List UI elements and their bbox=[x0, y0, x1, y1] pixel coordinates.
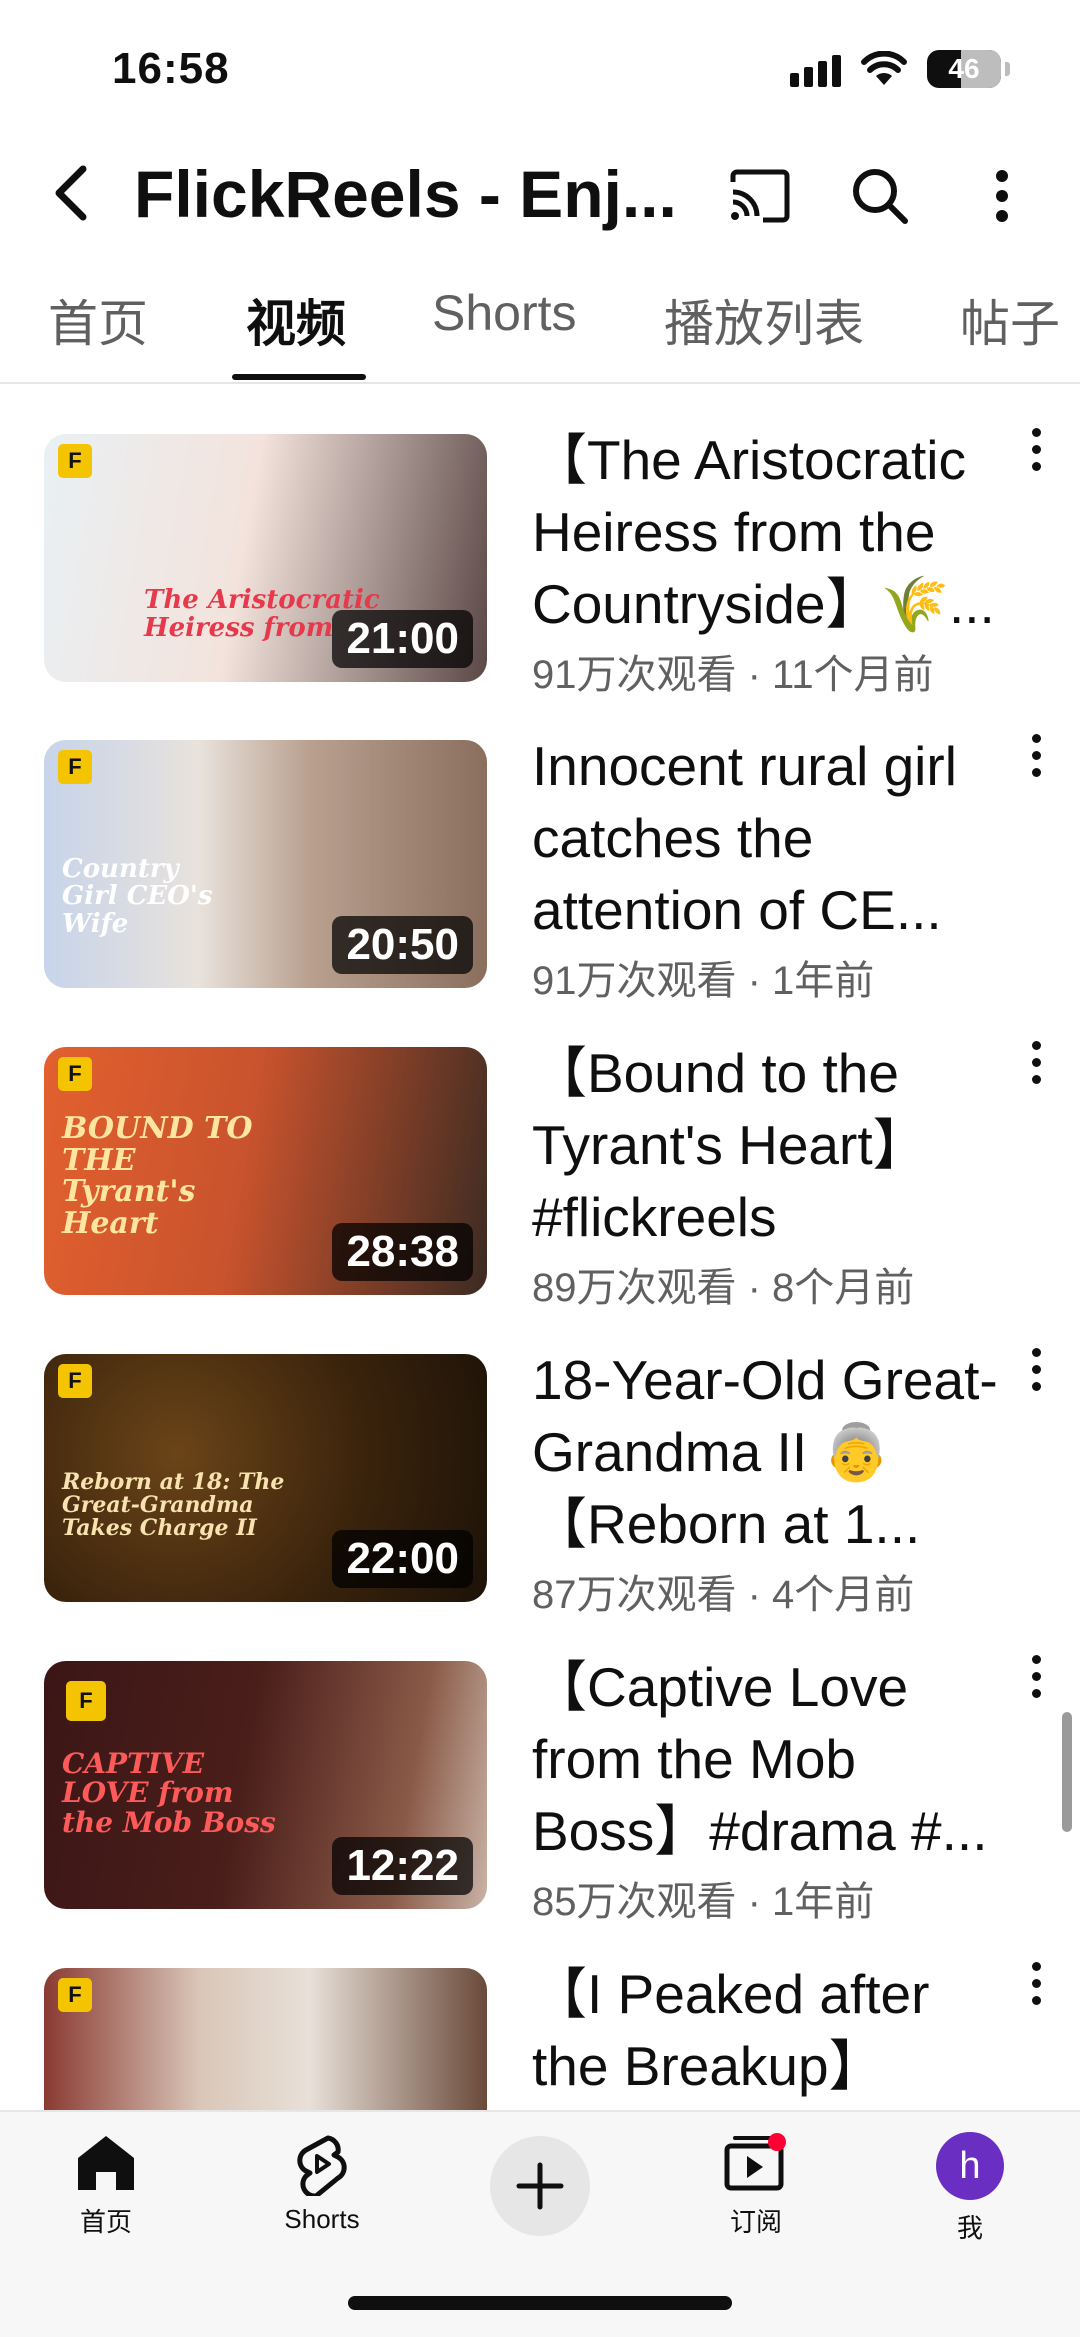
battery-tip bbox=[1005, 62, 1010, 76]
tab-home[interactable]: 首页 bbox=[48, 284, 148, 356]
status-time: 16:58 bbox=[112, 44, 230, 93]
tab-playlists[interactable]: 播放列表 bbox=[664, 284, 864, 356]
nav-shorts[interactable]: Shorts bbox=[242, 2132, 402, 2235]
wifi-icon bbox=[861, 51, 907, 85]
video-title[interactable]: 【Captive Love from the Mob Boss】#drama #… bbox=[532, 1651, 1002, 1867]
video-more-button[interactable] bbox=[1016, 1651, 1056, 1711]
flickreels-logo: F bbox=[58, 444, 92, 478]
search-button[interactable] bbox=[842, 158, 918, 234]
flickreels-logo: F bbox=[58, 750, 92, 784]
video-more-button[interactable] bbox=[1016, 424, 1056, 484]
shorts-icon bbox=[297, 2135, 347, 2196]
nav-shorts-label: Shorts bbox=[284, 2204, 360, 2234]
video-title[interactable]: Innocent rural girl catches the attentio… bbox=[532, 730, 1002, 946]
cellular-signal-icon bbox=[790, 51, 841, 87]
cast-icon bbox=[730, 169, 790, 223]
video-duration: 12:22 bbox=[332, 1837, 473, 1895]
video-list: F The Aristocratic Heiress from 21:00 【T… bbox=[0, 384, 1080, 2110]
flickreels-logo: F bbox=[58, 1978, 92, 2012]
cast-button[interactable] bbox=[722, 158, 798, 234]
nav-you-label: 我 bbox=[956, 2213, 983, 2243]
back-button[interactable] bbox=[36, 158, 106, 228]
video-thumbnail[interactable]: F bbox=[44, 1968, 487, 2110]
avatar: h bbox=[936, 2132, 1004, 2200]
battery-level: 46 bbox=[948, 53, 980, 84]
home-icon bbox=[78, 2136, 134, 2190]
scrollbar[interactable] bbox=[1062, 1712, 1072, 1832]
more-vertical-icon bbox=[996, 170, 1008, 222]
video-thumbnail[interactable]: F CAPTIVE LOVE from the Mob Boss 12:22 bbox=[44, 1661, 487, 1909]
thumbnail-title-art: BOUND TO THE Tyrant's Heart bbox=[62, 1111, 253, 1241]
video-item[interactable]: F Country Girl CEO's Wife 20:50 Innocent… bbox=[0, 690, 1080, 1003]
tab-shorts[interactable]: Shorts bbox=[432, 284, 577, 342]
subscriptions-icon bbox=[724, 2133, 786, 2191]
nav-you[interactable]: h 我 bbox=[890, 2132, 1050, 2245]
video-duration: 21:00 bbox=[332, 610, 473, 668]
channel-tabs: 首页 视频 Shorts 播放列表 帖子 bbox=[0, 268, 1080, 384]
plus-icon bbox=[516, 2162, 564, 2210]
flickreels-logo: F bbox=[66, 1681, 106, 1721]
back-arrow-icon bbox=[55, 165, 87, 221]
search-icon bbox=[853, 169, 908, 224]
video-more-button[interactable] bbox=[1016, 1037, 1056, 1097]
channel-title: FlickReels - Enj... bbox=[134, 157, 677, 231]
more-options-button[interactable] bbox=[964, 158, 1040, 234]
video-more-button[interactable] bbox=[1016, 1344, 1056, 1404]
video-item[interactable]: F The Aristocratic Heiress from 21:00 【T… bbox=[0, 384, 1080, 697]
video-thumbnail[interactable]: F Country Girl CEO's Wife 20:50 bbox=[44, 740, 487, 988]
video-title[interactable]: 【The Aristocratic Heiress from the Count… bbox=[532, 424, 1002, 640]
tab-videos[interactable]: 视频 bbox=[246, 284, 346, 356]
active-tab-indicator bbox=[232, 374, 366, 380]
tab-posts[interactable]: 帖子 bbox=[960, 284, 1060, 356]
video-title[interactable]: 18-Year-Old Great-Grandma II 👵【Reborn at… bbox=[532, 1344, 1002, 1560]
create-button[interactable] bbox=[490, 2136, 590, 2236]
video-item[interactable]: F CAPTIVE LOVE from the Mob Boss 12:22 【… bbox=[0, 1611, 1080, 1924]
video-thumbnail[interactable]: F BOUND TO THE Tyrant's Heart 28:38 bbox=[44, 1047, 487, 1295]
app-header: FlickReels - Enj... bbox=[0, 140, 1080, 250]
status-icons: 46 bbox=[790, 50, 1010, 88]
thumbnail-title-art: CAPTIVE LOVE from the Mob Boss bbox=[62, 1746, 276, 1839]
video-duration: 28:38 bbox=[332, 1223, 473, 1281]
video-thumbnail[interactable]: F Reborn at 18: The Great-Grandma Takes … bbox=[44, 1354, 487, 1602]
battery-icon: 46 bbox=[927, 50, 1001, 88]
video-more-button[interactable] bbox=[1016, 1958, 1056, 2018]
nav-subscriptions-label: 订阅 bbox=[729, 2207, 782, 2237]
video-item[interactable]: F 【I Peaked after the Breakup】 bbox=[0, 1918, 1080, 2110]
video-thumbnail[interactable]: F The Aristocratic Heiress from 21:00 bbox=[44, 434, 487, 682]
home-indicator bbox=[348, 2296, 732, 2310]
video-title[interactable]: 【Bound to the Tyrant's Heart】#flickreels bbox=[532, 1037, 1002, 1253]
flickreels-logo: F bbox=[58, 1057, 92, 1091]
video-duration: 20:50 bbox=[332, 916, 473, 974]
video-title[interactable]: 【I Peaked after the Breakup】 bbox=[532, 1958, 1002, 2102]
nav-subscriptions[interactable]: 订阅 bbox=[676, 2132, 836, 2239]
thumbnail-title-art: Reborn at 18: The Great-Grandma Takes Ch… bbox=[62, 1468, 285, 1541]
video-item[interactable]: F Reborn at 18: The Great-Grandma Takes … bbox=[0, 1304, 1080, 1617]
video-more-button[interactable] bbox=[1016, 730, 1056, 790]
thumbnail-title-art: Country Girl CEO's Wife bbox=[62, 854, 213, 939]
status-bar: 16:58 46 bbox=[0, 0, 1080, 140]
nav-home-label: 首页 bbox=[79, 2207, 132, 2237]
flickreels-logo: F bbox=[58, 1364, 92, 1398]
video-item[interactable]: F BOUND TO THE Tyrant's Heart 28:38 【Bou… bbox=[0, 997, 1080, 1310]
video-duration: 22:00 bbox=[332, 1530, 473, 1588]
nav-home[interactable]: 首页 bbox=[26, 2132, 186, 2239]
